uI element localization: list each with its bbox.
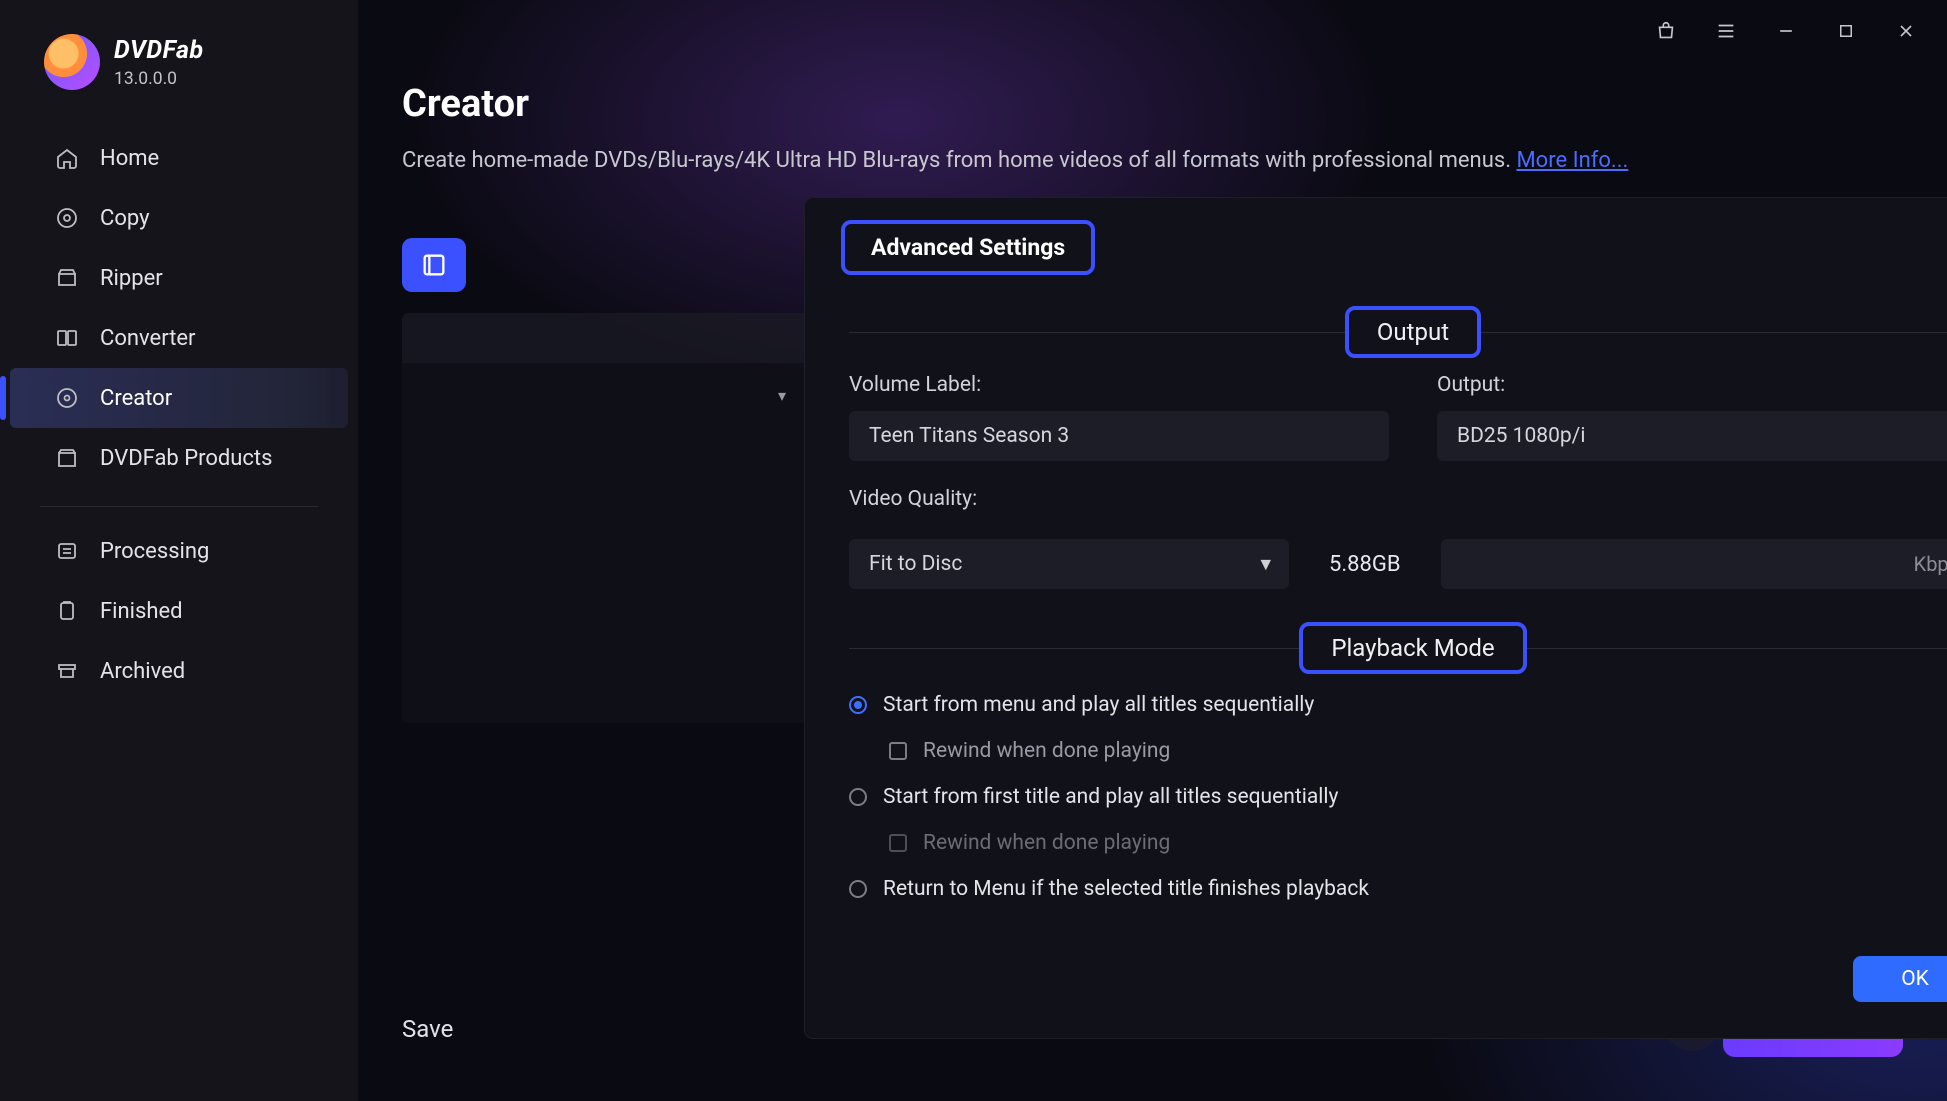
output-value: BD25 1080p/i — [1457, 424, 1585, 448]
app-logo-icon — [44, 34, 100, 90]
volume-label-value: Teen Titans Season 3 — [869, 424, 1069, 448]
video-quality-value: Fit to Disc — [869, 552, 962, 576]
app-name: DVDFab — [114, 36, 204, 65]
clipboard-icon — [54, 598, 80, 624]
playback-option-label: Start from menu and play all titles sequ… — [883, 693, 1314, 717]
section-playback-header: Playback Mode — [849, 625, 1947, 671]
video-quality-row: Fit to Disc ▾ 5.88GB Kbps — [849, 539, 1947, 589]
sidebar-item-processing[interactable]: Processing — [10, 521, 348, 581]
sidebar-nav: Home Copy Ripper Converter Creator — [0, 128, 358, 701]
sidebar-item-archived[interactable]: Archived — [10, 641, 348, 701]
sidebar-item-label: Archived — [100, 659, 185, 684]
output-caption: Output: — [1437, 373, 1947, 397]
bitrate-unit: Kbps — [1914, 552, 1947, 576]
mode-chip[interactable] — [402, 238, 466, 292]
window-controls — [1653, 18, 1919, 44]
save-label: Save — [402, 1015, 453, 1043]
sidebar-item-label: Creator — [100, 386, 172, 411]
radio-input[interactable] — [849, 696, 867, 714]
sidebar-item-label: Processing — [100, 539, 209, 564]
ok-button-label: OK — [1901, 967, 1929, 991]
section-output-header: Output — [849, 309, 1947, 355]
list-icon — [54, 538, 80, 564]
menu-icon[interactable] — [1713, 18, 1739, 44]
video-quality-caption: Video Quality: — [849, 487, 1947, 511]
package-icon — [54, 445, 80, 471]
sidebar-item-products[interactable]: DVDFab Products — [10, 428, 348, 488]
output-select[interactable]: BD25 1080p/i ▾ — [1437, 411, 1947, 461]
chevron-down-icon: ▾ — [1260, 552, 1271, 577]
window-maximize-button[interactable] — [1833, 18, 1859, 44]
page-subtitle: Create home-made DVDs/Blu-rays/4K Ultra … — [402, 148, 1903, 173]
sidebar-item-ripper[interactable]: Ripper — [10, 248, 348, 308]
rewind-label: Rewind when done playing — [923, 831, 1170, 855]
archive-icon — [54, 658, 80, 684]
creator-disc-icon — [54, 385, 80, 411]
playback-option-label: Return to Menu if the selected title fin… — [883, 877, 1369, 901]
playback-option-0[interactable]: Start from menu and play all titles sequ… — [849, 693, 1947, 717]
volume-label-input[interactable]: Teen Titans Season 3 — [849, 411, 1389, 461]
sidebar-item-label: Converter — [100, 326, 196, 351]
checkbox-input — [889, 834, 907, 852]
box-open-icon — [54, 265, 80, 291]
output-grid: Volume Label: Teen Titans Season 3 Outpu… — [849, 373, 1947, 461]
rewind-option-0[interactable]: Rewind when done playing — [889, 739, 1947, 763]
page-title: Creator — [402, 82, 1903, 126]
section-playback-label: Playback Mode — [1299, 622, 1526, 674]
chevron-down-icon[interactable]: ▾ — [778, 386, 786, 405]
playback-options: Start from menu and play all titles sequ… — [849, 693, 1947, 901]
playback-option-2[interactable]: Return to Menu if the selected title fin… — [849, 877, 1947, 901]
sidebar-item-label: Ripper — [100, 266, 163, 291]
sidebar-item-home[interactable]: Home — [10, 128, 348, 188]
app-version: 13.0.0.0 — [114, 69, 204, 89]
advanced-settings-modal: Advanced Settings ✕ Output Volume Label:… — [805, 198, 1947, 1038]
page-subtitle-text: Create home-made DVDs/Blu-rays/4K Ultra … — [402, 148, 1516, 173]
sidebar-item-label: Home — [100, 146, 159, 171]
window-minimize-button[interactable] — [1773, 18, 1799, 44]
home-icon — [54, 145, 80, 171]
radio-input[interactable] — [849, 880, 867, 898]
rewind-label: Rewind when done playing — [923, 739, 1170, 763]
sidebar-item-label: Copy — [100, 206, 150, 231]
window-close-button[interactable] — [1893, 18, 1919, 44]
sidebar-item-copy[interactable]: Copy — [10, 188, 348, 248]
main-area: Creator Create home-made DVDs/Blu-rays/4… — [358, 0, 1947, 1101]
section-output-label: Output — [1345, 306, 1481, 358]
modal-title: Advanced Settings — [841, 220, 1095, 275]
radio-input[interactable] — [849, 788, 867, 806]
video-quality-select[interactable]: Fit to Disc ▾ — [849, 539, 1289, 589]
ok-button[interactable]: OK — [1853, 956, 1947, 1002]
sidebar-item-label: DVDFab Products — [100, 446, 273, 471]
shop-icon[interactable] — [1653, 18, 1679, 44]
sidebar-separator — [40, 506, 318, 507]
bitrate-input[interactable]: Kbps — [1441, 539, 1947, 589]
convert-icon — [54, 325, 80, 351]
sidebar-item-label: Finished — [100, 599, 183, 624]
more-info-link[interactable]: More Info... — [1516, 148, 1628, 173]
disc-icon — [54, 205, 80, 231]
sidebar-item-finished[interactable]: Finished — [10, 581, 348, 641]
playback-option-label: Start from first title and play all titl… — [883, 785, 1338, 809]
checkbox-input[interactable] — [889, 742, 907, 760]
volume-label-caption: Volume Label: — [849, 373, 1389, 397]
sidebar-item-creator[interactable]: Creator — [10, 368, 348, 428]
rewind-option-1: Rewind when done playing — [889, 831, 1947, 855]
playback-option-1[interactable]: Start from first title and play all titl… — [849, 785, 1947, 809]
sidebar: DVDFab 13.0.0.0 Home Copy Ripper — [0, 0, 358, 1101]
app-logo-block: DVDFab 13.0.0.0 — [0, 28, 358, 120]
sidebar-item-converter[interactable]: Converter — [10, 308, 348, 368]
video-quality-size: 5.88GB — [1329, 552, 1401, 577]
